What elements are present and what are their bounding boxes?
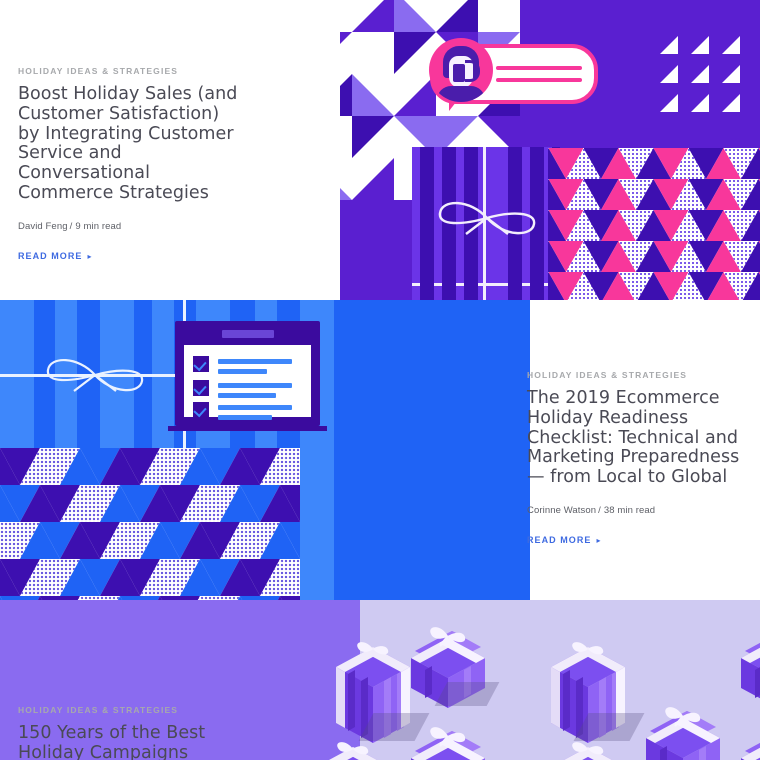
gift-box-shape bbox=[328, 742, 378, 760]
gift-box-shape bbox=[646, 707, 720, 760]
article-1-text: HOLIDAY IDEAS & STRATEGIES Boost Holiday… bbox=[18, 66, 243, 264]
checkbox-checked-icon[interactable] bbox=[193, 402, 209, 418]
white-triangle-dot-grid bbox=[660, 36, 742, 114]
article-2-separator: / bbox=[598, 504, 601, 516]
article-card-2[interactable]: HOLIDAY IDEAS & STRATEGIES The 2019 Ecom… bbox=[0, 300, 760, 600]
white-triangle-icon bbox=[660, 94, 678, 112]
white-triangle-icon bbox=[660, 36, 678, 54]
article-2-read-more-link[interactable]: READ MORE ▸ bbox=[527, 535, 602, 545]
isometric-gift-box bbox=[405, 620, 500, 716]
article-2-author: Corinne Watson bbox=[527, 504, 597, 516]
pink-purple-triangle-pattern bbox=[548, 148, 760, 300]
triangle-cell bbox=[352, 32, 394, 74]
isometric-gift-box bbox=[405, 720, 491, 760]
gift-bow-icon bbox=[46, 358, 144, 392]
gift-box-shape bbox=[411, 727, 485, 760]
article-1-read-more-link[interactable]: READ MORE ▸ bbox=[18, 251, 93, 261]
article-3-headline[interactable]: 150 Years of the Best Holiday Campaigns bbox=[18, 723, 248, 760]
triangle-cell bbox=[478, 0, 520, 32]
checklist-line bbox=[218, 369, 268, 374]
checklist-line bbox=[218, 359, 293, 364]
avatar-phone-icon bbox=[453, 64, 465, 82]
article-2-headline[interactable]: The 2019 Ecommerce Holiday Readiness Che… bbox=[527, 388, 747, 488]
article-2-read-more-label: READ MORE bbox=[527, 534, 592, 545]
browser-address-bar bbox=[222, 330, 274, 338]
tablet-base bbox=[168, 426, 327, 431]
article-2-readtime: 38 min read bbox=[603, 504, 656, 516]
article-1-author: David Feng bbox=[18, 220, 68, 232]
triangle-cell bbox=[352, 74, 394, 116]
article-3-text: HOLIDAY IDEAS & STRATEGIES 150 Years of … bbox=[18, 705, 248, 760]
checklist-screen bbox=[184, 345, 311, 420]
article-1-readtime: 9 min read bbox=[75, 220, 122, 232]
page-root: HOLIDAY IDEAS & STRATEGIES Boost Holiday… bbox=[0, 0, 760, 760]
checkbox-checked-icon[interactable] bbox=[193, 380, 209, 396]
white-triangle-icon bbox=[691, 65, 709, 83]
checklist-line bbox=[218, 405, 293, 410]
article-1-byline: David Feng/9 min read bbox=[18, 221, 243, 232]
triangle-cell bbox=[394, 0, 436, 32]
isometric-gift-box bbox=[735, 620, 760, 716]
white-triangle-icon bbox=[691, 94, 709, 112]
chevron-right-icon: ▸ bbox=[87, 251, 93, 261]
article-3-kicker: HOLIDAY IDEAS & STRATEGIES bbox=[18, 705, 179, 715]
white-triangle-icon bbox=[722, 65, 740, 83]
checklist-line bbox=[218, 383, 293, 388]
avatar-body bbox=[437, 86, 485, 102]
triangle-cell bbox=[352, 158, 394, 200]
chat-line-1 bbox=[496, 66, 582, 70]
white-triangle-icon bbox=[722, 94, 740, 112]
article-card-3[interactable]: HOLIDAY IDEAS & STRATEGIES 150 Years of … bbox=[0, 600, 760, 760]
white-triangle-icon bbox=[722, 36, 740, 54]
gift-box-shape bbox=[563, 742, 613, 760]
isometric-gift-box bbox=[640, 700, 726, 760]
gift-box-shape bbox=[741, 642, 760, 699]
article-1-separator: / bbox=[69, 220, 73, 232]
checklist-line bbox=[218, 415, 273, 420]
article-1-headline[interactable]: Boost Holiday Sales (and Customer Satisf… bbox=[18, 84, 243, 204]
white-triangle-icon bbox=[691, 36, 709, 54]
avatar-headset-icon bbox=[465, 60, 480, 82]
white-triangle-icon bbox=[660, 65, 678, 83]
checkbox-checked-icon[interactable] bbox=[193, 356, 209, 372]
triangle-cell bbox=[352, 116, 394, 158]
isometric-gift-box bbox=[735, 720, 760, 760]
checklist-browser-window bbox=[175, 321, 320, 426]
article-card-1[interactable]: HOLIDAY IDEAS & STRATEGIES Boost Holiday… bbox=[0, 0, 760, 300]
chat-line-2 bbox=[496, 78, 582, 82]
article-2-text: HOLIDAY IDEAS & STRATEGIES The 2019 Ecom… bbox=[527, 370, 747, 548]
isometric-gift-box bbox=[310, 735, 396, 760]
checklist-line bbox=[218, 393, 276, 398]
article-1-kicker: HOLIDAY IDEAS & STRATEGIES bbox=[18, 66, 179, 76]
gift-box-shape bbox=[741, 742, 760, 760]
triangle-cell bbox=[352, 0, 394, 32]
support-agent-avatar bbox=[429, 38, 493, 102]
isometric-gift-box bbox=[545, 735, 631, 760]
article-1-read-more-label: READ MORE bbox=[18, 250, 83, 261]
blue-purple-triangle-pattern bbox=[0, 448, 300, 600]
article-2-byline: Corinne Watson/38 min read bbox=[527, 505, 747, 516]
chevron-right-icon: ▸ bbox=[596, 535, 602, 545]
triangle-cell bbox=[436, 0, 478, 32]
article-2-kicker: HOLIDAY IDEAS & STRATEGIES bbox=[527, 370, 688, 380]
